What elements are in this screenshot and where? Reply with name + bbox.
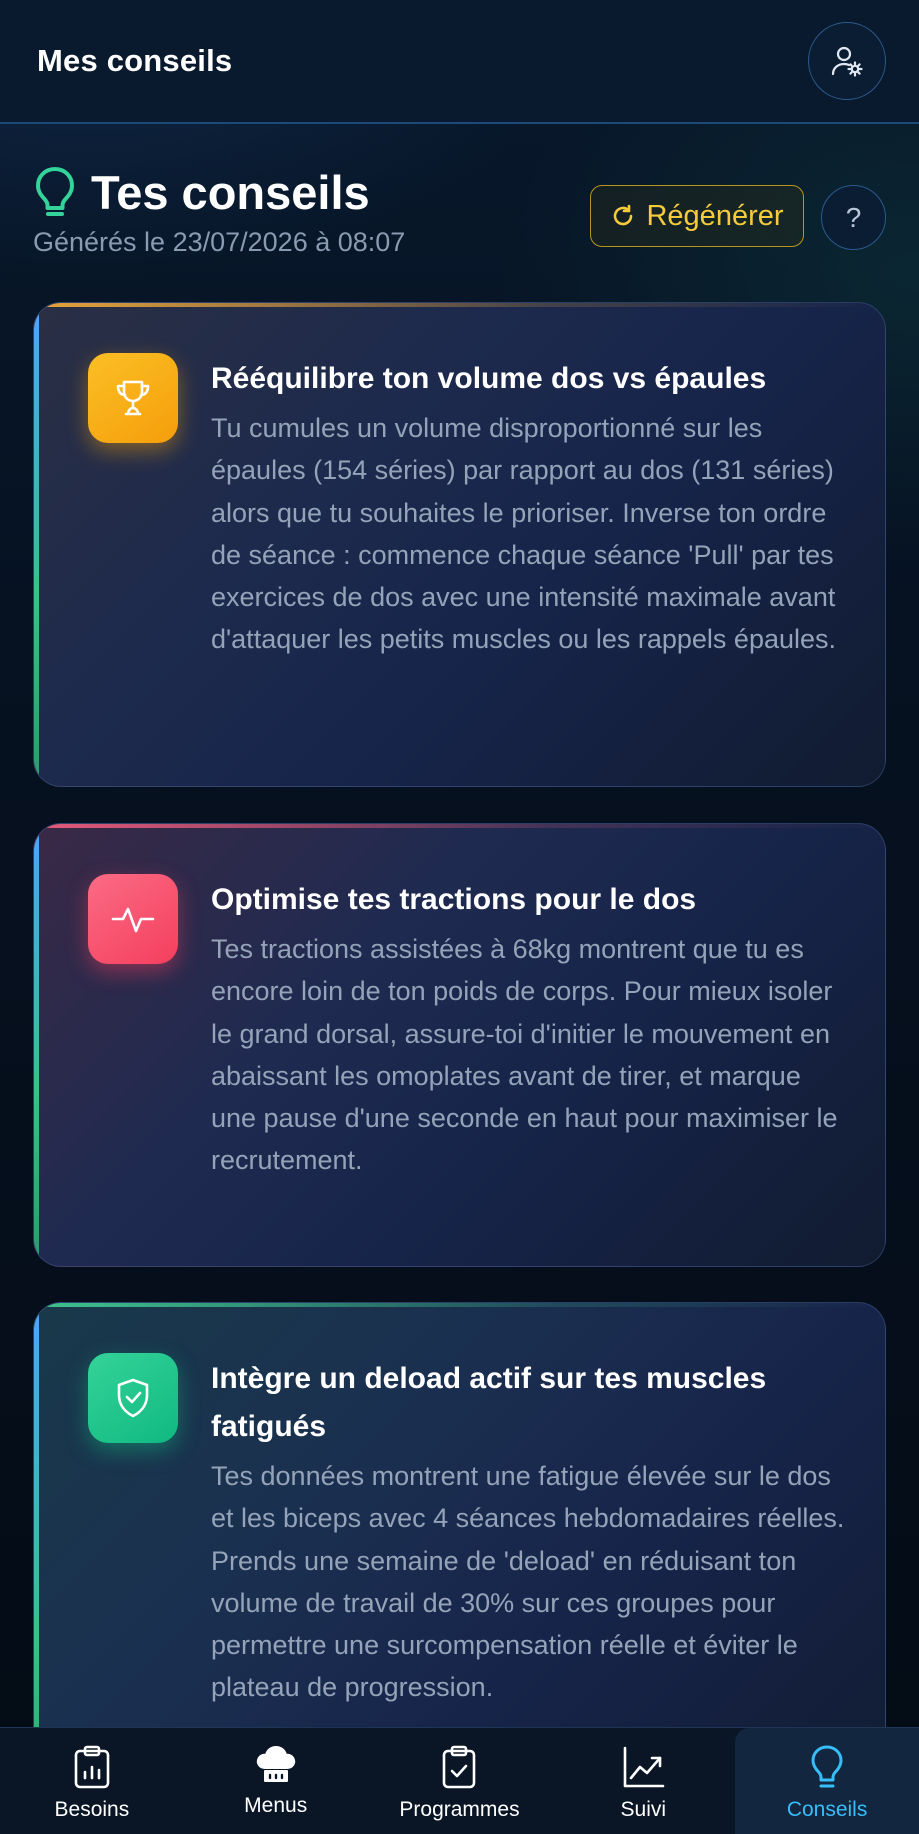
nav-label: Programmes (399, 1798, 520, 1821)
tip-icon-badge (88, 353, 178, 443)
tip-text: Tes données montrent une fatigue élevée … (211, 1461, 845, 1703)
nav-label: Conseils (786, 1798, 868, 1821)
nav-item-besoins[interactable]: Besoins (0, 1728, 184, 1834)
tip-card: Rééquilibre ton volume dos vs épaules Tu… (33, 302, 886, 787)
nav-item-conseils[interactable]: Conseils (735, 1728, 919, 1834)
nav-item-menus[interactable]: Menus (184, 1728, 368, 1834)
tips-header: Tes conseils Générés le 23/07/2026 à 08:… (33, 165, 886, 265)
generated-timestamp: Générés le 23/07/2026 à 08:07 (33, 227, 406, 257)
lightbulb-icon (811, 1745, 843, 1788)
tip-title: Rééquilibre ton volume dos vs épaules (211, 362, 767, 395)
top-bar: Mes conseils (0, 0, 919, 124)
tip-title: Optimise tes tractions pour le dos (211, 883, 697, 916)
tips-title-row: Tes conseils (33, 165, 370, 220)
trend-chart-icon (623, 1746, 665, 1788)
bottom-navigation: Besoins Menus Programmes Suivi Conseils (0, 1727, 919, 1834)
tip-icon-badge (88, 1353, 178, 1443)
tip-icon-badge (88, 874, 178, 964)
tip-text: Tu cumules un volume disproportionné sur… (211, 413, 837, 655)
tip-card: Optimise tes tractions pour le dos Tes t… (33, 823, 886, 1267)
tip-content: Rééquilibre ton volume dos vs épaules Tu… (211, 355, 851, 661)
trophy-icon (116, 380, 150, 416)
tip-text: Tes tractions assistées à 68kg montrent … (211, 934, 838, 1176)
lightbulb-icon (36, 166, 74, 216)
user-settings-icon (831, 46, 863, 77)
help-icon: ? (845, 201, 862, 233)
shield-check-icon (117, 1378, 149, 1418)
regenerate-button[interactable]: Régénérer (590, 185, 804, 247)
profile-settings-button[interactable] (808, 22, 886, 100)
nav-label: Suivi (620, 1798, 667, 1821)
nav-item-suivi[interactable]: Suivi (551, 1728, 735, 1834)
activity-icon (111, 907, 155, 933)
regenerate-label: Régénérer (646, 199, 784, 232)
refresh-icon (614, 204, 633, 226)
page-title: Mes conseils (37, 43, 233, 78)
clipboard-chart-icon (74, 1745, 110, 1789)
chef-hat-icon (256, 1746, 295, 1782)
help-button[interactable]: ? (821, 185, 886, 250)
nav-label: Menus (244, 1794, 308, 1817)
tip-title: Intègre un deload actif sur tes muscles … (211, 1362, 767, 1443)
tip-content: Intègre un deload actif sur tes muscles … (211, 1355, 851, 1709)
clipboard-check-icon (443, 1745, 476, 1789)
tip-content: Optimise tes tractions pour le dos Tes t… (211, 876, 851, 1182)
tips-title: Tes conseils (91, 166, 370, 219)
nav-label: Besoins (54, 1798, 130, 1821)
nav-item-programmes[interactable]: Programmes (368, 1728, 552, 1834)
